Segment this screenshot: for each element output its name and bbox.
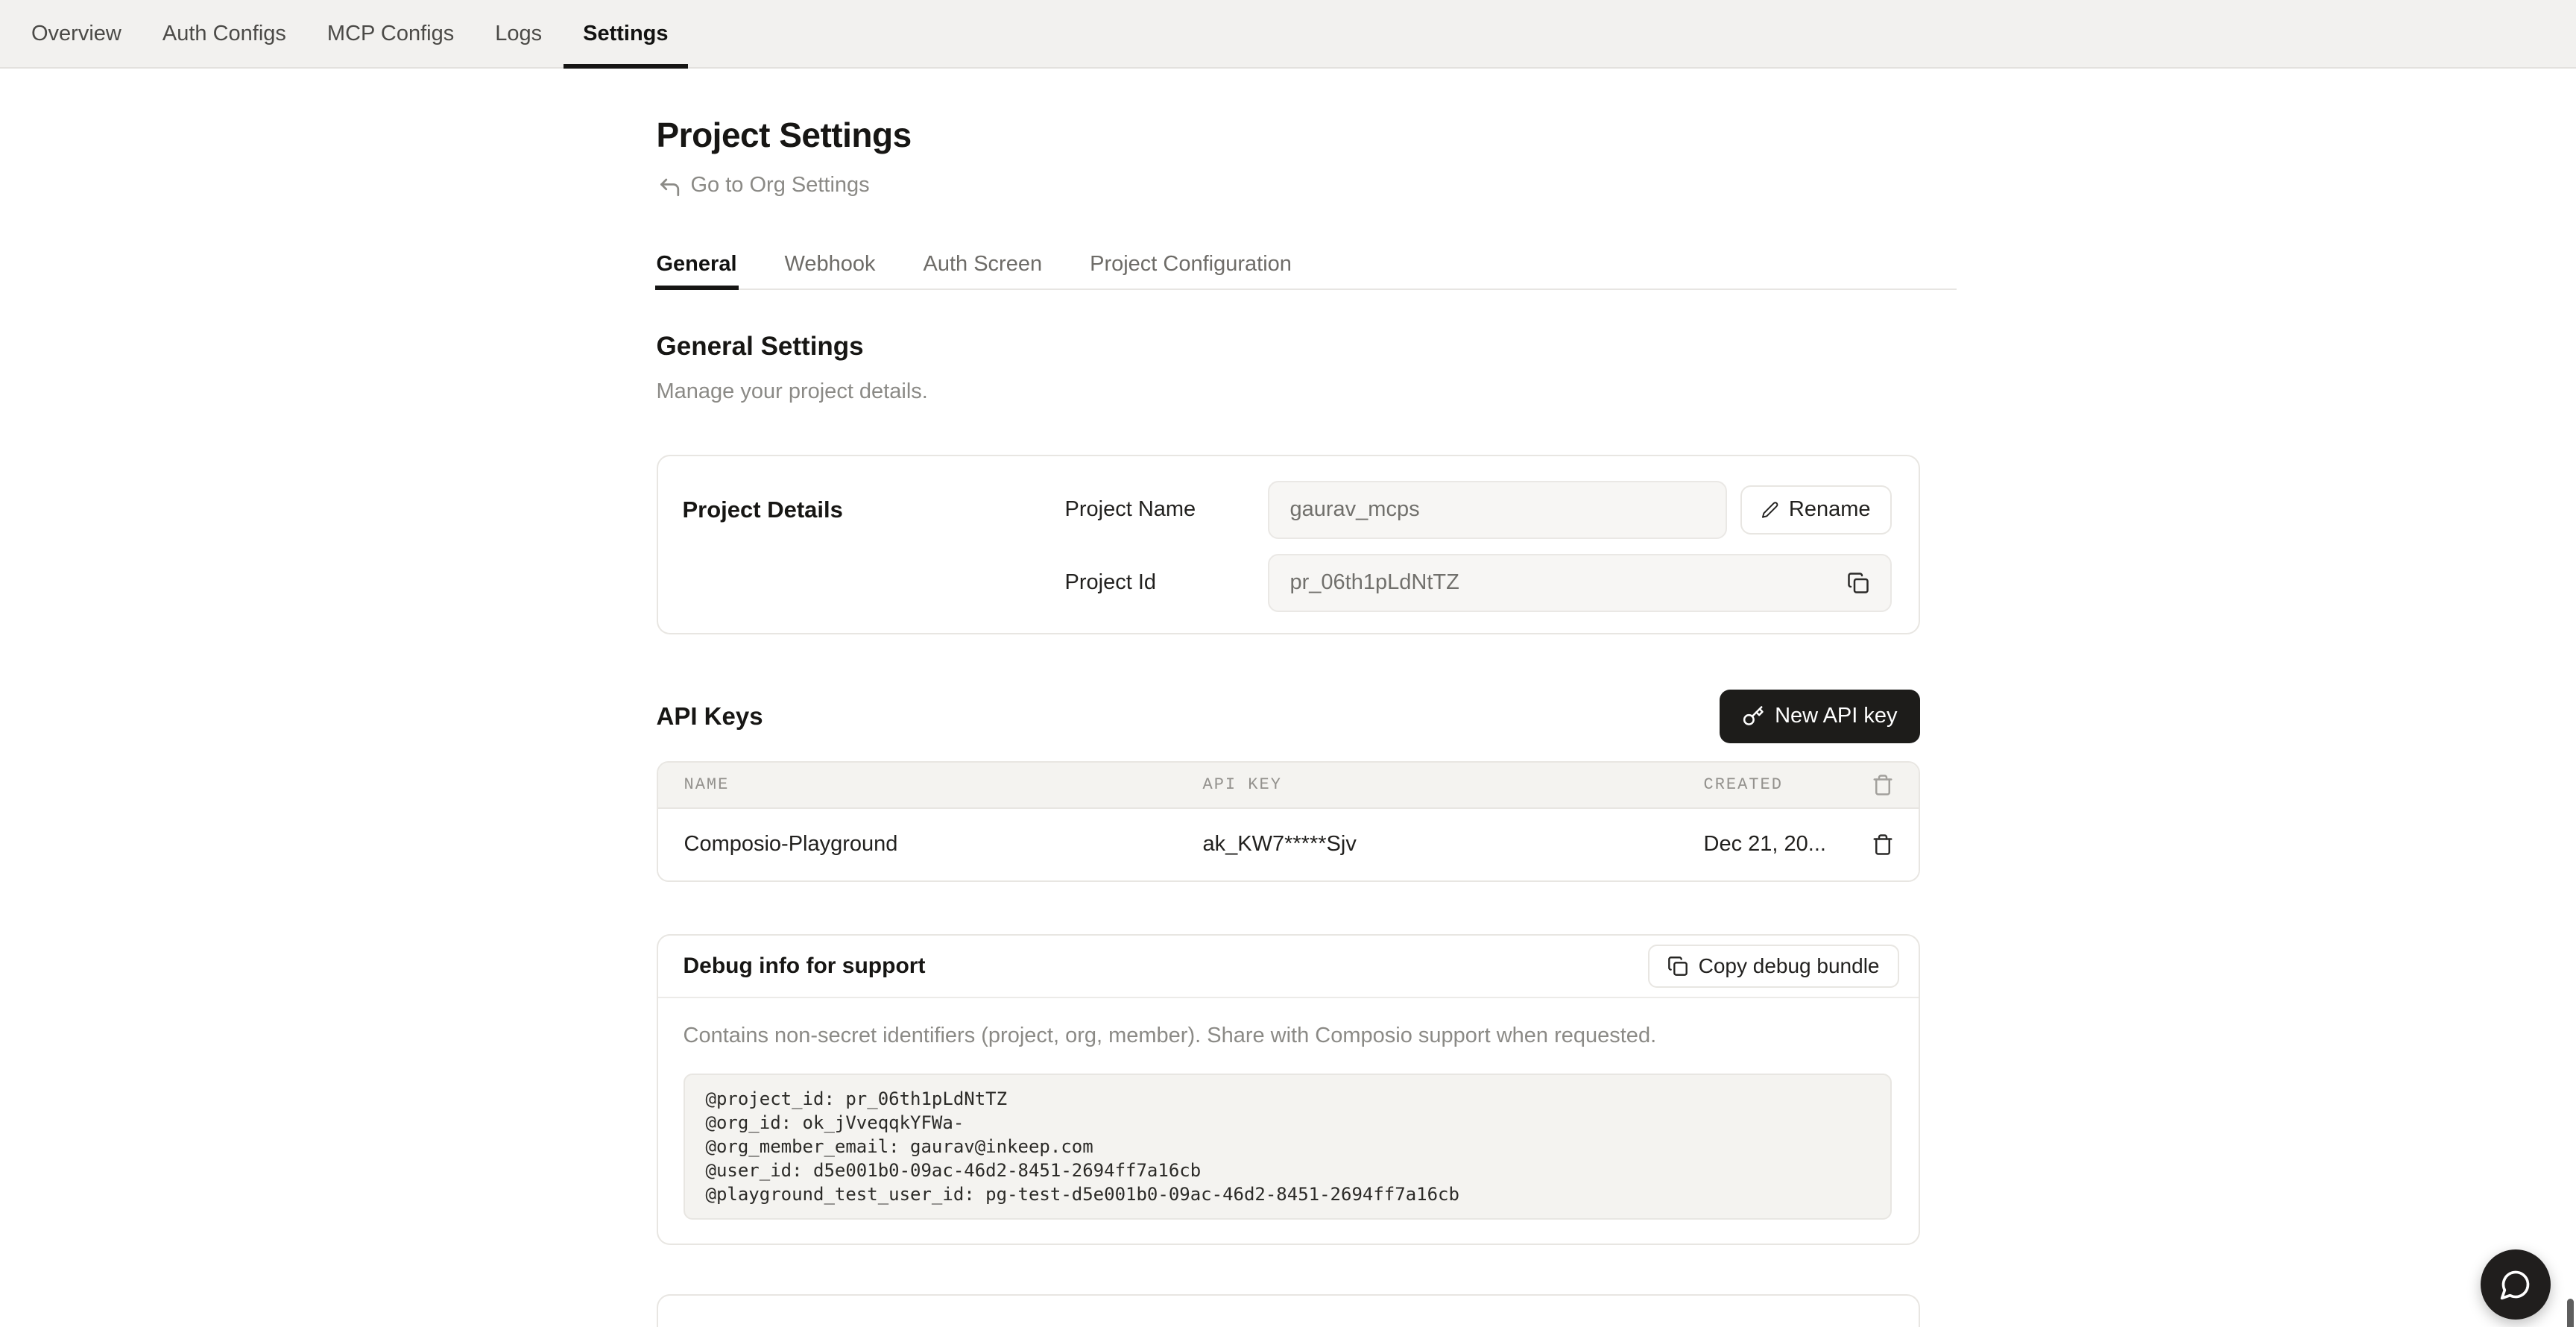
api-key-created-cell: Dec 21, 20... [1678,832,1847,857]
debug-card-header: Debug info for support Copy debug bundle [658,936,1919,998]
project-id-input[interactable]: pr_06th1pLdNtTZ [1268,554,1892,612]
copy-debug-bundle-button[interactable]: Copy debug bundle [1648,945,1899,988]
debug-card: Debug info for support Copy debug bundle… [657,934,1920,1245]
copy-debug-bundle-label: Copy debug bundle [1699,954,1880,978]
api-keys-header: API Keys New API key [657,690,1920,743]
scrollbar-thumb[interactable] [2567,1299,2574,1327]
project-name-input[interactable]: gaurav_mcps [1268,481,1727,539]
api-key-delete-cell [1847,833,1919,856]
trash-icon [1872,833,1894,856]
top-navigation: Overview Auth Configs MCP Configs Logs S… [0,0,2576,69]
new-api-key-button[interactable]: New API key [1720,690,1919,743]
api-keys-heading: API Keys [657,702,763,731]
nav-tab-settings[interactable]: Settings [564,0,687,67]
project-details-title: Project Details [683,481,1065,612]
tab-project-configuration[interactable]: Project Configuration [1090,252,1292,289]
api-key-name-cell: Composio-Playground [658,832,1177,857]
settings-tabs: General Webhook Auth Screen Project Conf… [657,252,1957,290]
app-root: Overview Auth Configs MCP Configs Logs S… [0,0,2576,1327]
general-settings-description: Manage your project details. [657,379,1920,404]
column-name: NAME [658,775,1177,794]
column-delete [1847,774,1919,796]
api-key-value-cell: ak_KW7*****Sjv [1177,832,1678,857]
nav-tab-mcp-configs[interactable]: MCP Configs [308,0,473,67]
project-id-label: Project Id [1065,570,1268,595]
bundle-line: @user_id: d5e001b0-09ac-46d2-8451-2694ff… [706,1159,1869,1182]
copy-icon [1667,956,1688,977]
bundle-line: @org_member_email: gaurav@inkeep.com [706,1135,1869,1159]
table-header-row: NAME API KEY CREATED [658,763,1919,809]
nav-tab-logs[interactable]: Logs [476,0,561,67]
trash-icon [1872,774,1894,796]
tab-general[interactable]: General [657,252,737,289]
tab-auth-screen[interactable]: Auth Screen [924,252,1043,289]
project-name-label: Project Name [1065,497,1268,522]
debug-title: Debug info for support [684,954,926,979]
nav-tab-auth-configs[interactable]: Auth Configs [143,0,306,67]
corner-up-left-icon [657,174,681,198]
tab-webhook[interactable]: Webhook [785,252,876,289]
bundle-line: @playground_test_user_id: pg-test-d5e001… [706,1182,1869,1206]
chat-bubble-icon [2499,1268,2532,1301]
chat-button[interactable] [2481,1249,2551,1320]
column-api-key: API KEY [1177,775,1678,794]
column-created: CREATED [1678,775,1847,794]
debug-card-body: Contains non-secret identifiers (project… [658,998,1919,1244]
nav-tab-overview[interactable]: Overview [12,0,141,67]
new-api-key-label: New API key [1775,704,1897,728]
copy-project-id-button[interactable] [1847,572,1869,594]
org-settings-link[interactable]: Go to Org Settings [657,173,870,198]
bundle-line: @org_id: ok_jVveqqkYFWa- [706,1111,1869,1135]
pencil-icon [1761,499,1778,521]
table-row: Composio-Playground ak_KW7*****Sjv Dec 2… [658,809,1919,880]
general-settings-heading: General Settings [657,332,1920,362]
rename-button[interactable]: Rename [1740,485,1892,535]
project-name-row: Project Name gaurav_mcps Rename [1065,481,1892,539]
project-details-card: Project Details Project Name gaurav_mcps… [657,455,1920,634]
debug-description: Contains non-secret identifiers (project… [684,1024,1892,1048]
page-title: Project Settings [657,69,1920,157]
copy-icon [1847,572,1869,594]
org-settings-link-label: Go to Org Settings [691,173,870,198]
rename-button-label: Rename [1789,497,1871,522]
debug-bundle-code: @project_id: pr_06th1pLdNtTZ @org_id: ok… [684,1074,1892,1220]
page-body: Project Settings Go to Org Settings Gene… [0,69,2576,1327]
delete-api-key-button[interactable] [1872,833,1894,856]
project-id-row: Project Id pr_06th1pLdNtTZ [1065,554,1892,612]
key-icon [1742,705,1764,728]
api-keys-table: NAME API KEY CREATED Composio-Playground… [657,761,1920,882]
next-card-partial [657,1294,1920,1327]
project-id-value: pr_06th1pLdNtTZ [1290,570,1459,595]
bundle-line: @project_id: pr_06th1pLdNtTZ [706,1087,1869,1111]
